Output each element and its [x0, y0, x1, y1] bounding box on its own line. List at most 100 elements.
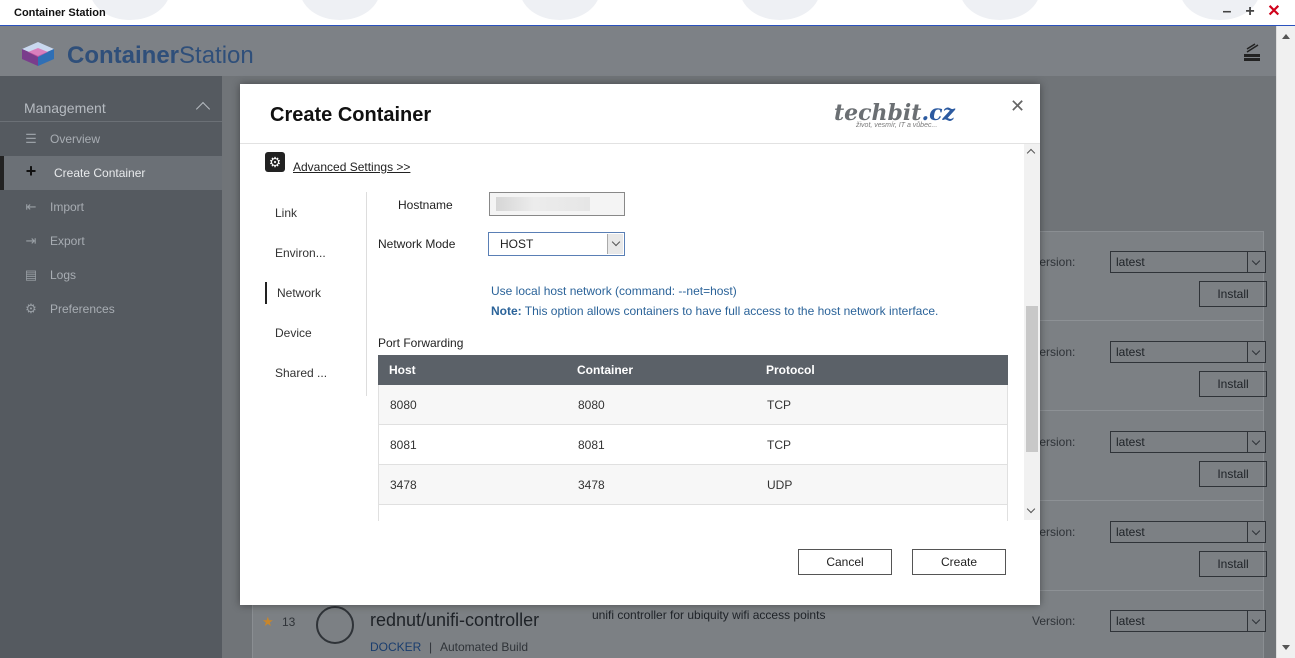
plus-icon: + — [25, 161, 37, 181]
build-type: Automated Build — [440, 640, 529, 654]
container-port: 3478 — [578, 478, 605, 492]
window-title: Container Station — [14, 7, 106, 19]
window-scrollbar[interactable] — [1276, 26, 1295, 658]
table-header: Host Container Protocol — [378, 355, 1008, 385]
create-button[interactable]: Create — [912, 549, 1006, 575]
container-port: 8081 — [578, 438, 605, 452]
advanced-settings-link[interactable]: Advanced Settings >> — [293, 160, 410, 174]
host-port: 8080 — [390, 398, 417, 412]
column-host: Host — [389, 363, 416, 377]
sidebar-item-logs[interactable]: ▤ Logs — [0, 258, 222, 292]
tab-device[interactable]: Device — [275, 326, 312, 340]
table-row[interactable]: 8081 8081 TCP — [378, 425, 1008, 465]
dialog-scrollbar[interactable] — [1024, 144, 1040, 520]
sidebar-item-preferences[interactable]: ⚙ Preferences — [0, 292, 222, 326]
gear-icon: ⚙ — [25, 301, 37, 316]
version-value: latest — [1116, 435, 1145, 449]
sidebar-item-create-container[interactable]: + Create Container — [0, 156, 222, 190]
window-title-bar: Container Station – + ✕ — [0, 0, 1295, 26]
repository-tag[interactable]: DOCKER — [370, 640, 421, 654]
protocol: TCP — [767, 398, 791, 412]
install-button[interactable]: Install — [1199, 371, 1267, 397]
tab-link[interactable]: Link — [275, 206, 297, 220]
chevron-down-icon — [1247, 432, 1265, 452]
hostname-field[interactable] — [489, 192, 625, 216]
separator: | — [429, 640, 433, 654]
background-decoration — [740, 0, 820, 20]
chevron-down-icon — [1247, 522, 1265, 542]
network-mode-select[interactable]: HOST — [488, 232, 625, 256]
blurred-value — [496, 197, 590, 211]
protocol: TCP — [767, 438, 791, 452]
scroll-thumb[interactable] — [1026, 306, 1038, 452]
star-icon: ★ — [262, 614, 274, 629]
sidebar-item-overview[interactable]: ☰ Overview — [0, 122, 222, 156]
protocol: UDP — [767, 478, 793, 492]
column-container: Container — [577, 363, 634, 377]
sidebar-section-management[interactable]: Management — [0, 94, 222, 122]
version-select[interactable]: latest — [1110, 251, 1266, 273]
repository-logo — [316, 606, 354, 644]
sidebar-item-label: Logs — [50, 268, 77, 282]
network-mode-label: Network Mode — [378, 237, 456, 251]
scroll-down-icon[interactable] — [1026, 504, 1036, 514]
version-select[interactable]: latest — [1110, 521, 1266, 543]
install-button[interactable]: Install — [1199, 551, 1267, 577]
install-button[interactable]: Install — [1199, 461, 1267, 487]
host-port: 8081 — [390, 438, 417, 452]
app-header: ContainerStation — [0, 26, 1276, 76]
star-count: 13 — [282, 615, 296, 629]
scroll-down-icon[interactable] — [1282, 645, 1290, 650]
chevron-down-icon — [1247, 252, 1265, 272]
version-value: latest — [1116, 255, 1145, 269]
sidebar-item-label: Export — [50, 234, 85, 248]
task-stack-icon[interactable] — [1242, 42, 1262, 62]
tab-shared-folders[interactable]: Shared ... — [275, 366, 327, 380]
chevron-down-icon — [607, 234, 623, 254]
container-port: 8080 — [578, 398, 605, 412]
close-window-icon[interactable]: ✕ — [1265, 3, 1283, 21]
background-decoration — [300, 0, 380, 20]
settings-tabs: Link Environ... Network Device Shared ..… — [265, 192, 367, 396]
network-note-text: Note: This option allows containers to h… — [491, 304, 938, 318]
table-row[interactable]: 3478 3478 UDP — [378, 465, 1008, 505]
network-mode-value: HOST — [500, 237, 534, 251]
maximize-icon[interactable]: + — [1241, 3, 1259, 21]
chevron-down-icon — [1247, 611, 1265, 631]
table-row[interactable]: 8080 8080 TCP — [378, 385, 1008, 425]
list-icon: ☰ — [25, 131, 37, 146]
sidebar: Management ☰ Overview + Create Container… — [0, 76, 222, 658]
install-button[interactable]: Install — [1199, 281, 1267, 307]
tab-network[interactable]: Network — [265, 282, 321, 304]
repository-description: unifi controller for ubiquity wifi acces… — [592, 608, 826, 622]
scroll-up-icon[interactable] — [1026, 148, 1036, 158]
divider — [240, 143, 1040, 144]
version-select[interactable]: latest — [1110, 431, 1266, 453]
sidebar-item-export[interactable]: ⇥ Export — [0, 224, 222, 258]
repository-name[interactable]: rednut/unifi-controller — [370, 610, 539, 631]
close-icon[interactable]: ✕ — [1010, 96, 1025, 117]
app-brand: ContainerStation — [67, 42, 254, 70]
sidebar-item-label: Create Container — [54, 166, 146, 180]
scroll-up-icon[interactable] — [1282, 34, 1290, 39]
table-row[interactable] — [378, 505, 1008, 521]
version-value: latest — [1116, 525, 1145, 539]
import-icon: ⇤ — [25, 199, 37, 214]
version-select[interactable]: latest — [1110, 610, 1266, 632]
gear-icon: ⚙ — [265, 152, 285, 172]
sidebar-item-label: Preferences — [50, 302, 115, 316]
background-decoration — [960, 0, 1040, 20]
logs-icon: ▤ — [24, 267, 38, 282]
minimize-icon[interactable]: – — [1218, 3, 1236, 21]
version-select[interactable]: latest — [1110, 341, 1266, 363]
sidebar-item-label: Overview — [50, 132, 101, 146]
version-label: Version: — [1032, 614, 1076, 628]
create-container-dialog: Create Container techbit.cz život, vesmí… — [240, 84, 1040, 605]
port-forwarding-title: Port Forwarding — [378, 336, 464, 350]
sidebar-item-import[interactable]: ⇤ Import — [0, 190, 222, 224]
tab-environment[interactable]: Environ... — [275, 246, 326, 260]
sidebar-section-label: Management — [24, 100, 106, 116]
container-station-logo-icon — [22, 42, 54, 66]
cancel-button[interactable]: Cancel — [798, 549, 892, 575]
watermark-tagline: život, vesmír, IT a vůbec... — [856, 122, 938, 129]
